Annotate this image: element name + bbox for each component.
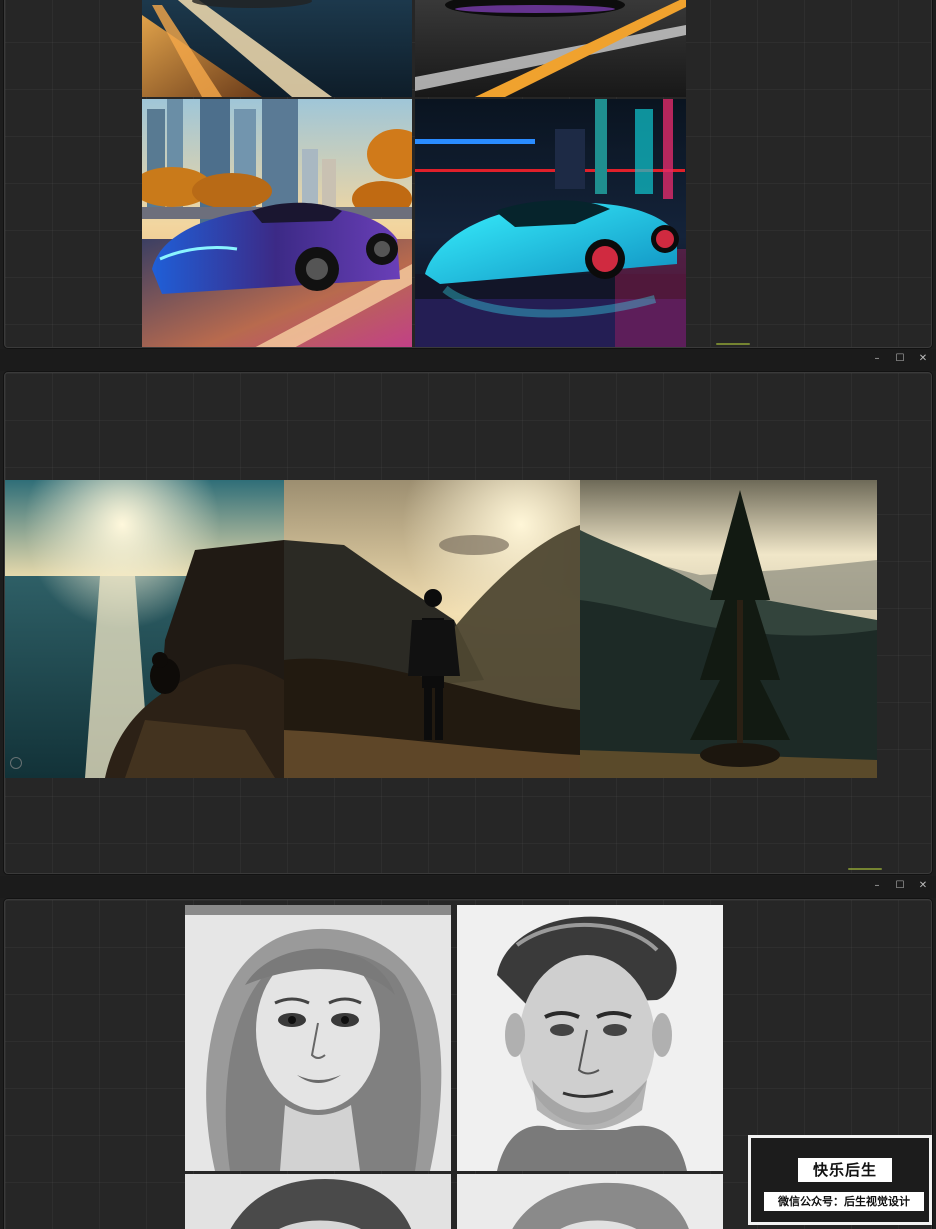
close-button[interactable]: ✕ — [918, 880, 928, 892]
image-woman-pencil-portrait[interactable] — [185, 905, 451, 1171]
image-girl-cliff-sea[interactable] — [5, 480, 284, 778]
image-car-night-road[interactable] — [415, 0, 686, 97]
image-portrait-partial-right[interactable] — [457, 1174, 723, 1229]
image-car-sunset-road[interactable] — [142, 0, 412, 97]
window-titlebar: – ☐ ✕ — [0, 876, 936, 898]
maximize-button[interactable]: ☐ — [895, 353, 905, 365]
minimize-button[interactable]: – — [872, 880, 882, 892]
watermark-subtitle: 微信公众号：后生视觉设计 — [764, 1192, 924, 1211]
circle-icon — [10, 757, 22, 769]
image-man-pencil-portrait[interactable] — [457, 905, 723, 1171]
canvas-panel-landscapes — [4, 372, 932, 874]
panel-status-glow — [848, 868, 882, 870]
image-blue-supercar-city[interactable] — [142, 99, 412, 347]
panel-status-glow — [716, 343, 750, 345]
watermark-title: 快乐后生 — [798, 1158, 892, 1182]
image-woman-mountain-ridge[interactable] — [284, 480, 580, 778]
image-portrait-partial-left[interactable] — [185, 1174, 451, 1229]
image-pine-tree-forest[interactable] — [580, 480, 877, 778]
canvas-panel-cars — [4, 0, 932, 348]
minimize-button[interactable]: – — [872, 353, 882, 365]
close-button[interactable]: ✕ — [918, 353, 928, 365]
window-titlebar: – ☐ ✕ — [0, 349, 936, 371]
maximize-button[interactable]: ☐ — [895, 880, 905, 892]
watermark-badge: 快乐后生 微信公众号：后生视觉设计 — [748, 1135, 932, 1225]
image-cyan-supercar-night[interactable] — [415, 99, 686, 347]
